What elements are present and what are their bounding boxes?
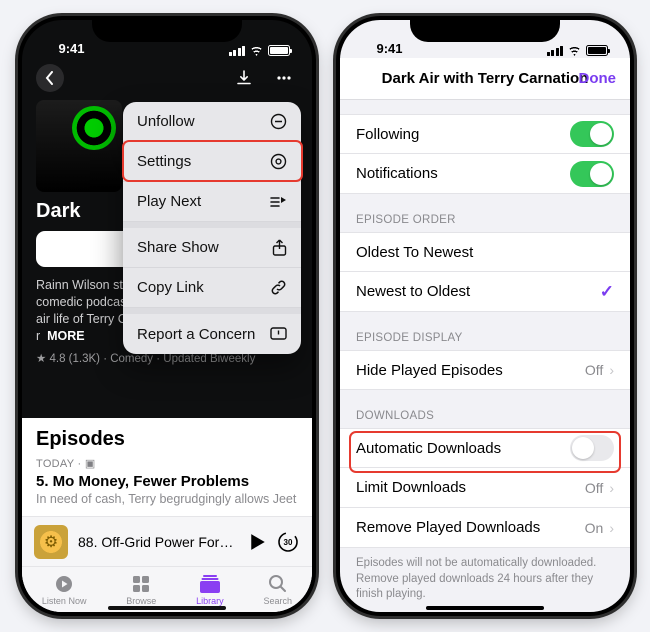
battery-icon: [268, 45, 290, 56]
row-notifications[interactable]: Notifications: [340, 154, 630, 194]
episode-date: TODAY · ▣: [36, 457, 298, 470]
chevron-right-icon: ›: [609, 362, 614, 378]
episodes-panel: Episodes TODAY · ▣ 5. Mo Money, Fewer Pr…: [22, 418, 312, 612]
wifi-icon: [567, 45, 582, 56]
tab-browse[interactable]: Browse: [126, 574, 156, 606]
show-artwork: [36, 100, 122, 192]
gear-icon: [270, 153, 287, 170]
chevron-right-icon: ›: [609, 520, 614, 536]
tab-search[interactable]: Search: [264, 574, 293, 606]
battery-icon: [586, 45, 608, 56]
notch: [410, 16, 560, 42]
home-indicator[interactable]: [426, 606, 544, 610]
toggle-automatic-downloads[interactable]: [570, 435, 614, 461]
row-oldest-newest[interactable]: Oldest To Newest: [340, 232, 630, 272]
chevron-right-icon: ›: [609, 480, 614, 496]
play-circle-icon: [53, 574, 75, 594]
menu-copy-link[interactable]: Copy Link: [123, 268, 301, 308]
mini-player[interactable]: ⚙ 88. Off-Grid Power For… 30: [22, 516, 312, 566]
menu-settings[interactable]: Settings: [123, 142, 301, 182]
back-button[interactable]: [36, 64, 64, 92]
wifi-icon: [249, 45, 264, 56]
row-remove-played-downloads[interactable]: Remove Played Downloads On›: [340, 508, 630, 548]
menu-share-show[interactable]: Share Show: [123, 228, 301, 268]
chevron-left-icon: [45, 71, 55, 85]
page-title: Dark Air with Terry Carnation: [382, 70, 589, 87]
notch: [92, 16, 242, 42]
row-limit-downloads[interactable]: Limit Downloads Off›: [340, 468, 630, 508]
mini-title: 88. Off-Grid Power For…: [78, 534, 240, 550]
report-icon: [270, 327, 287, 342]
status-time: 9:41: [362, 41, 417, 56]
library-icon: [199, 574, 221, 594]
search-icon: [267, 574, 289, 594]
cellular-icon: [547, 46, 564, 56]
tab-library[interactable]: Library: [196, 574, 224, 606]
tab-listen-now[interactable]: Listen Now: [42, 574, 87, 606]
nav-bar: Dark Air with Terry Carnation Done: [340, 58, 630, 100]
more-link[interactable]: MORE: [47, 329, 85, 343]
downloads-footer-note: Episodes will not be automatically downl…: [340, 548, 630, 603]
row-hide-played[interactable]: Hide Played Episodes Off›: [340, 350, 630, 390]
toggle-notifications[interactable]: [570, 161, 614, 187]
menu-unfollow[interactable]: Unfollow: [123, 102, 301, 142]
toggle-following[interactable]: [570, 121, 614, 147]
section-downloads: Downloads: [340, 390, 630, 428]
home-indicator[interactable]: [108, 606, 226, 610]
episode-title[interactable]: 5. Mo Money, Fewer Problems: [36, 473, 298, 490]
checkmark-icon: ✓: [600, 282, 614, 302]
grid-icon: [130, 574, 152, 594]
done-button[interactable]: Done: [579, 70, 617, 87]
minus-circle-icon: [270, 113, 287, 130]
status-time: 9:41: [44, 41, 99, 56]
skip-30-icon[interactable]: 30: [276, 530, 300, 554]
episode-subtitle: In need of cash, Terry begrudgingly allo…: [36, 492, 298, 506]
play-icon[interactable]: [250, 533, 266, 551]
row-following[interactable]: Following: [340, 114, 630, 154]
context-menu: Unfollow Settings Play Next Share Show: [123, 102, 301, 354]
mini-artwork: ⚙: [34, 525, 68, 559]
row-automatic-downloads[interactable]: Automatic Downloads: [340, 428, 630, 468]
more-button[interactable]: [270, 64, 298, 92]
menu-report-concern[interactable]: Report a Concern: [123, 314, 301, 354]
row-newest-oldest[interactable]: Newest to Oldest ✓: [340, 272, 630, 312]
phone-left-podcast-show: 9:41: [18, 16, 316, 616]
nav-bar: [22, 58, 312, 98]
episodes-heading: Episodes: [36, 428, 298, 451]
share-icon: [272, 239, 287, 256]
link-icon: [270, 279, 287, 296]
download-button[interactable]: [230, 64, 258, 92]
section-episode-display: Episode Display: [340, 312, 630, 350]
section-episode-order: Episode Order: [340, 194, 630, 232]
svg-text:30: 30: [284, 538, 293, 547]
phone-right-show-settings: 9:41 Dark Air with Terry Carnation Done …: [336, 16, 634, 616]
cellular-icon: [229, 46, 246, 56]
menu-play-next[interactable]: Play Next: [123, 182, 301, 222]
queue-icon: [270, 195, 287, 209]
